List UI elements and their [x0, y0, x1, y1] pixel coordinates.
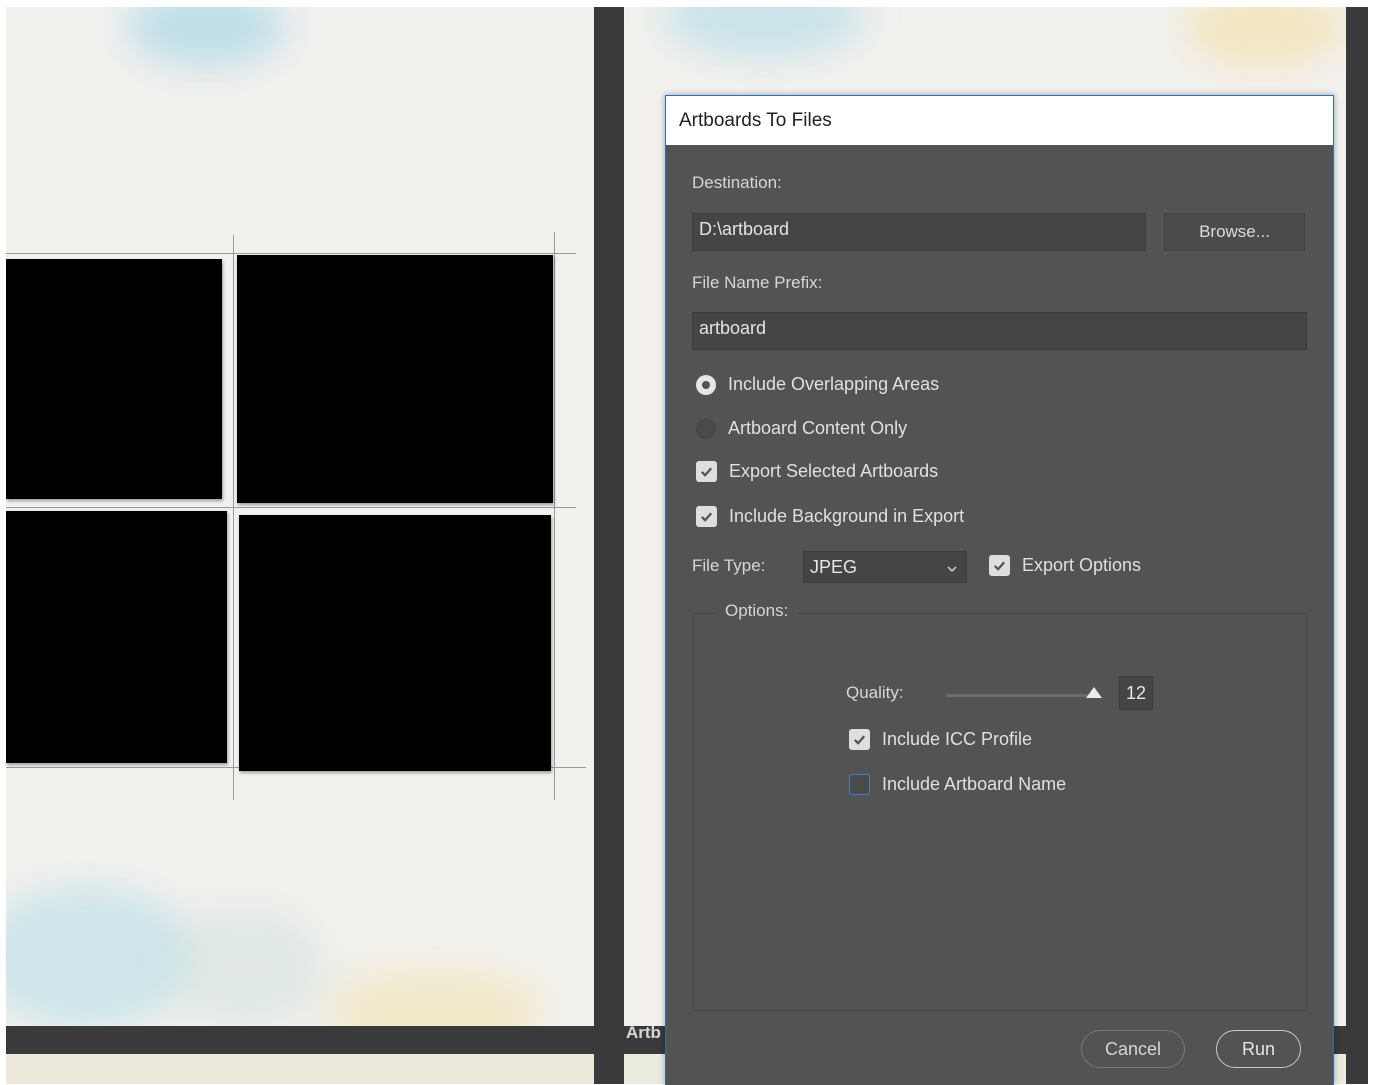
checkmark-icon	[989, 555, 1010, 576]
photo-placeholder[interactable]	[239, 515, 551, 771]
quality-value-field[interactable]: 12	[1119, 676, 1153, 710]
quality-slider-thumb[interactable]	[1086, 687, 1102, 698]
radio-label: Include Overlapping Areas	[728, 374, 940, 394]
checkmark-icon	[696, 461, 717, 482]
radio-artboard-content-only[interactable]: Artboard Content Only	[696, 418, 907, 439]
check-export-selected-artboards[interactable]: Export Selected Artboards	[696, 461, 938, 482]
destination-field[interactable]: D:\artboard	[692, 213, 1146, 251]
artboard-strip	[6, 1054, 594, 1084]
quality-label: Quality:	[846, 683, 904, 702]
radio-unselected-icon	[696, 418, 716, 439]
artboards-to-files-dialog: Artboards To Files Destination: D:\artbo…	[665, 95, 1334, 1085]
cancel-button[interactable]: Cancel	[1081, 1030, 1185, 1068]
quality-slider-track[interactable]	[946, 694, 1096, 697]
checkbox-label: Include Artboard Name	[882, 774, 1067, 794]
photo-placeholder[interactable]	[237, 255, 553, 503]
options-group: Options: Quality: 12 Include ICC Profile…	[693, 601, 1307, 1011]
file-type-label: File Type:	[692, 556, 766, 575]
radio-label: Artboard Content Only	[728, 418, 908, 438]
file-type-select[interactable]: JPEG	[803, 551, 967, 583]
checkbox-label: Include ICC Profile	[882, 729, 1033, 749]
run-button[interactable]: Run	[1216, 1030, 1301, 1068]
checkmark-icon	[849, 729, 870, 750]
check-include-icc-profile[interactable]: Include ICC Profile	[849, 729, 1032, 750]
dialog-title: Artboards To Files	[679, 109, 832, 131]
artboard-name-label[interactable]: Artb	[626, 1023, 661, 1043]
radio-include-overlapping[interactable]: Include Overlapping Areas	[696, 374, 939, 395]
browse-button[interactable]: Browse...	[1164, 213, 1305, 251]
checkbox-label: Include Background in Export	[729, 506, 965, 526]
artboard-left[interactable]	[6, 7, 594, 1026]
prefix-field[interactable]: artboard	[692, 312, 1307, 350]
file-type-value: JPEG	[810, 556, 858, 577]
check-export-options[interactable]: Export Options	[989, 555, 1141, 576]
photo-placeholder[interactable]	[6, 259, 222, 499]
radio-selected-icon	[696, 374, 716, 395]
checkbox-empty-icon	[849, 774, 870, 795]
checkbox-label: Export Selected Artboards	[729, 461, 939, 481]
check-include-artboard-name[interactable]: Include Artboard Name	[849, 774, 1066, 795]
destination-label: Destination:	[692, 173, 782, 192]
prefix-label: File Name Prefix:	[692, 273, 823, 292]
checkmark-icon	[696, 506, 717, 527]
chevron-down-icon	[946, 557, 958, 578]
photo-placeholder[interactable]	[6, 511, 227, 763]
checkbox-label: Export Options	[1022, 555, 1142, 575]
options-group-label: Options:	[717, 601, 799, 621]
check-include-background[interactable]: Include Background in Export	[696, 506, 964, 527]
dialog-titlebar[interactable]: Artboards To Files	[666, 96, 1333, 145]
